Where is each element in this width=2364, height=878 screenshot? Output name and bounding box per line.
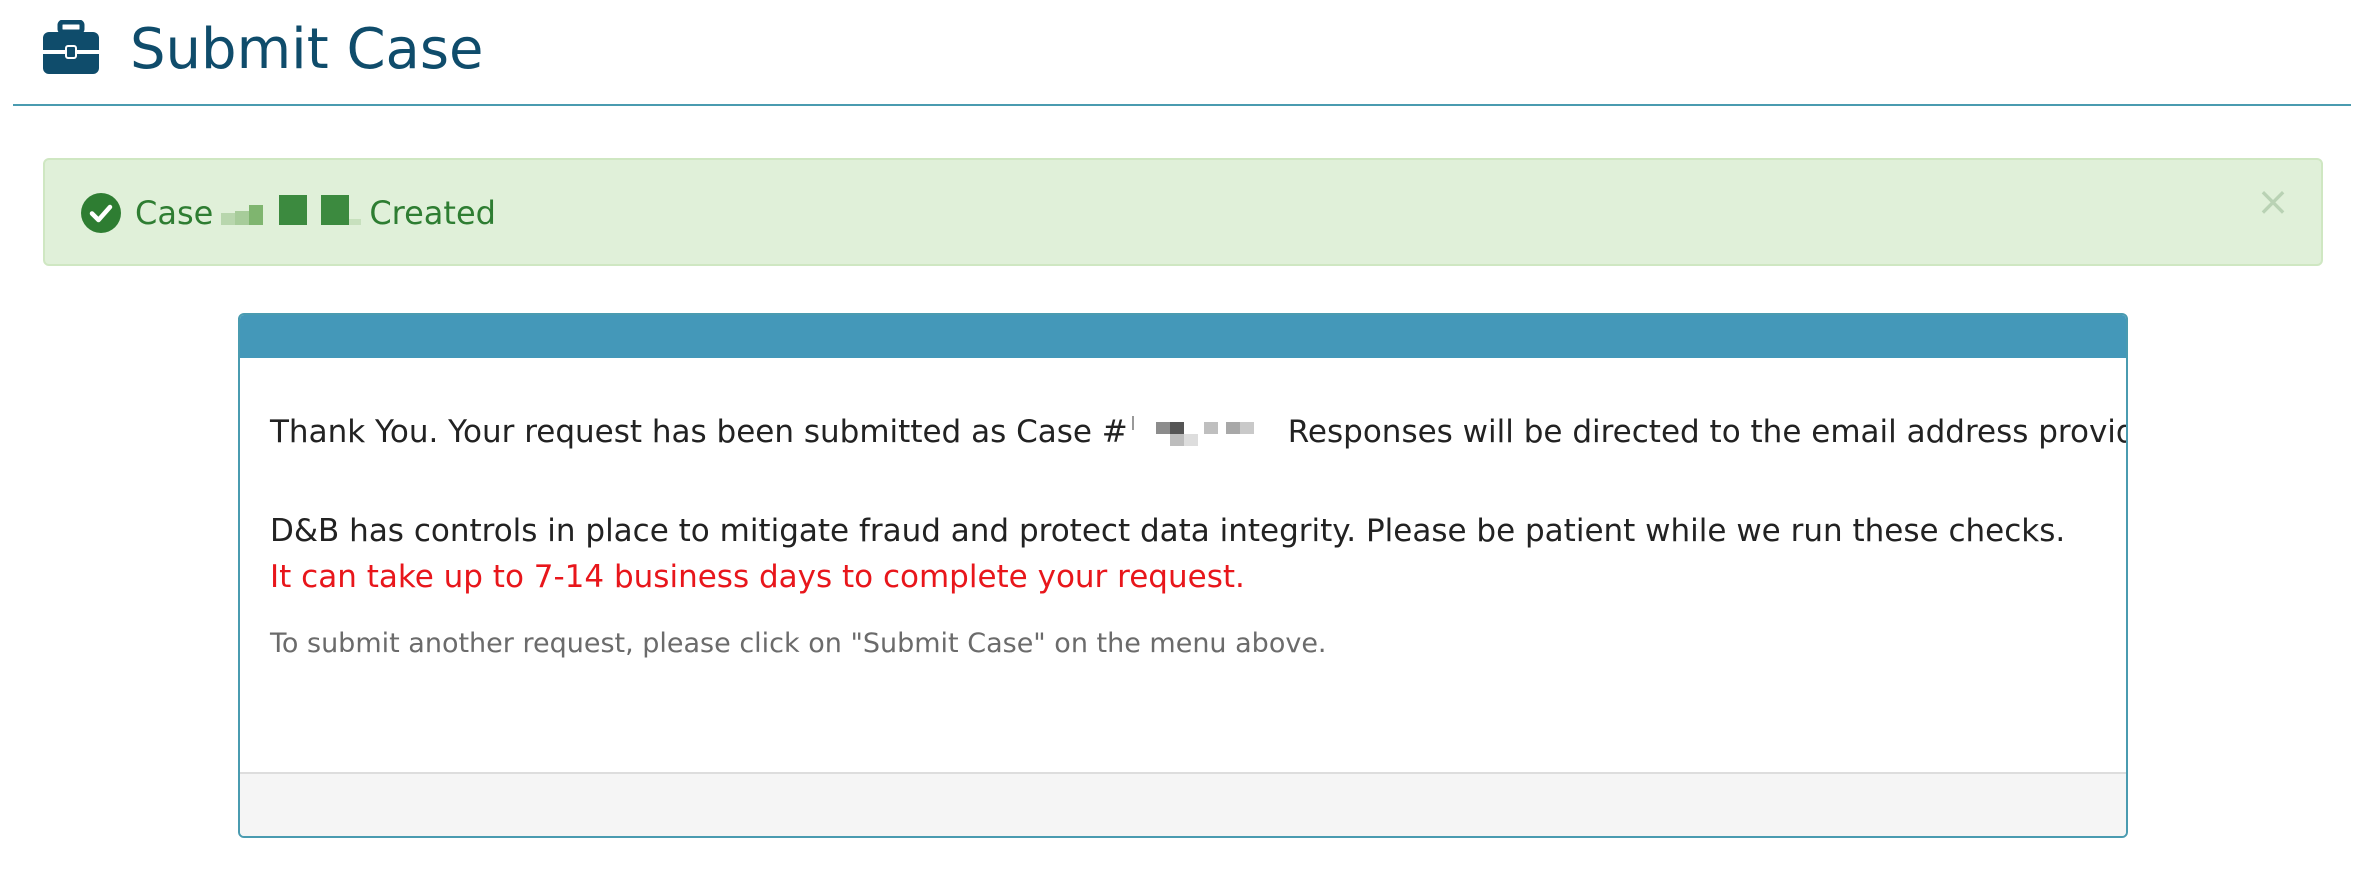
- close-icon[interactable]: ×: [2253, 182, 2293, 222]
- alert-message: Case Created: [135, 187, 496, 239]
- confirmation-line: Thank You. Your request has been submitt…: [270, 410, 2128, 454]
- alert-prefix: Case: [135, 194, 214, 232]
- panel-footer: [240, 772, 2126, 836]
- panel-body: Thank You. Your request has been submitt…: [270, 358, 2126, 786]
- page: Submit Case Case Created × Thank You. Yo…: [0, 0, 2364, 878]
- page-header: Submit Case: [13, 0, 2351, 106]
- check-circle-icon: [81, 193, 121, 233]
- page-title: Submit Case: [130, 17, 484, 82]
- processing-time-warning: It can take up to 7-14 business days to …: [270, 559, 1245, 595]
- redacted-case-number: [221, 195, 362, 231]
- fraud-notice: D&B has controls in place to mitigate fr…: [270, 508, 2096, 600]
- confirmation-prefix: Thank You. Your request has been submitt…: [270, 414, 1128, 450]
- redacted-case-number: [1128, 414, 1288, 450]
- success-alert: Case Created ×: [43, 158, 2323, 266]
- resubmit-hint: To submit another request, please click …: [270, 628, 1327, 659]
- fraud-notice-text: D&B has controls in place to mitigate fr…: [270, 513, 2066, 549]
- alert-suffix: Created: [369, 194, 496, 232]
- confirmation-suffix: Responses will be directed to the email …: [1287, 414, 2128, 450]
- briefcase-icon: [43, 20, 99, 74]
- panel-heading: [240, 315, 2126, 358]
- confirmation-panel: Thank You. Your request has been submitt…: [238, 313, 2128, 838]
